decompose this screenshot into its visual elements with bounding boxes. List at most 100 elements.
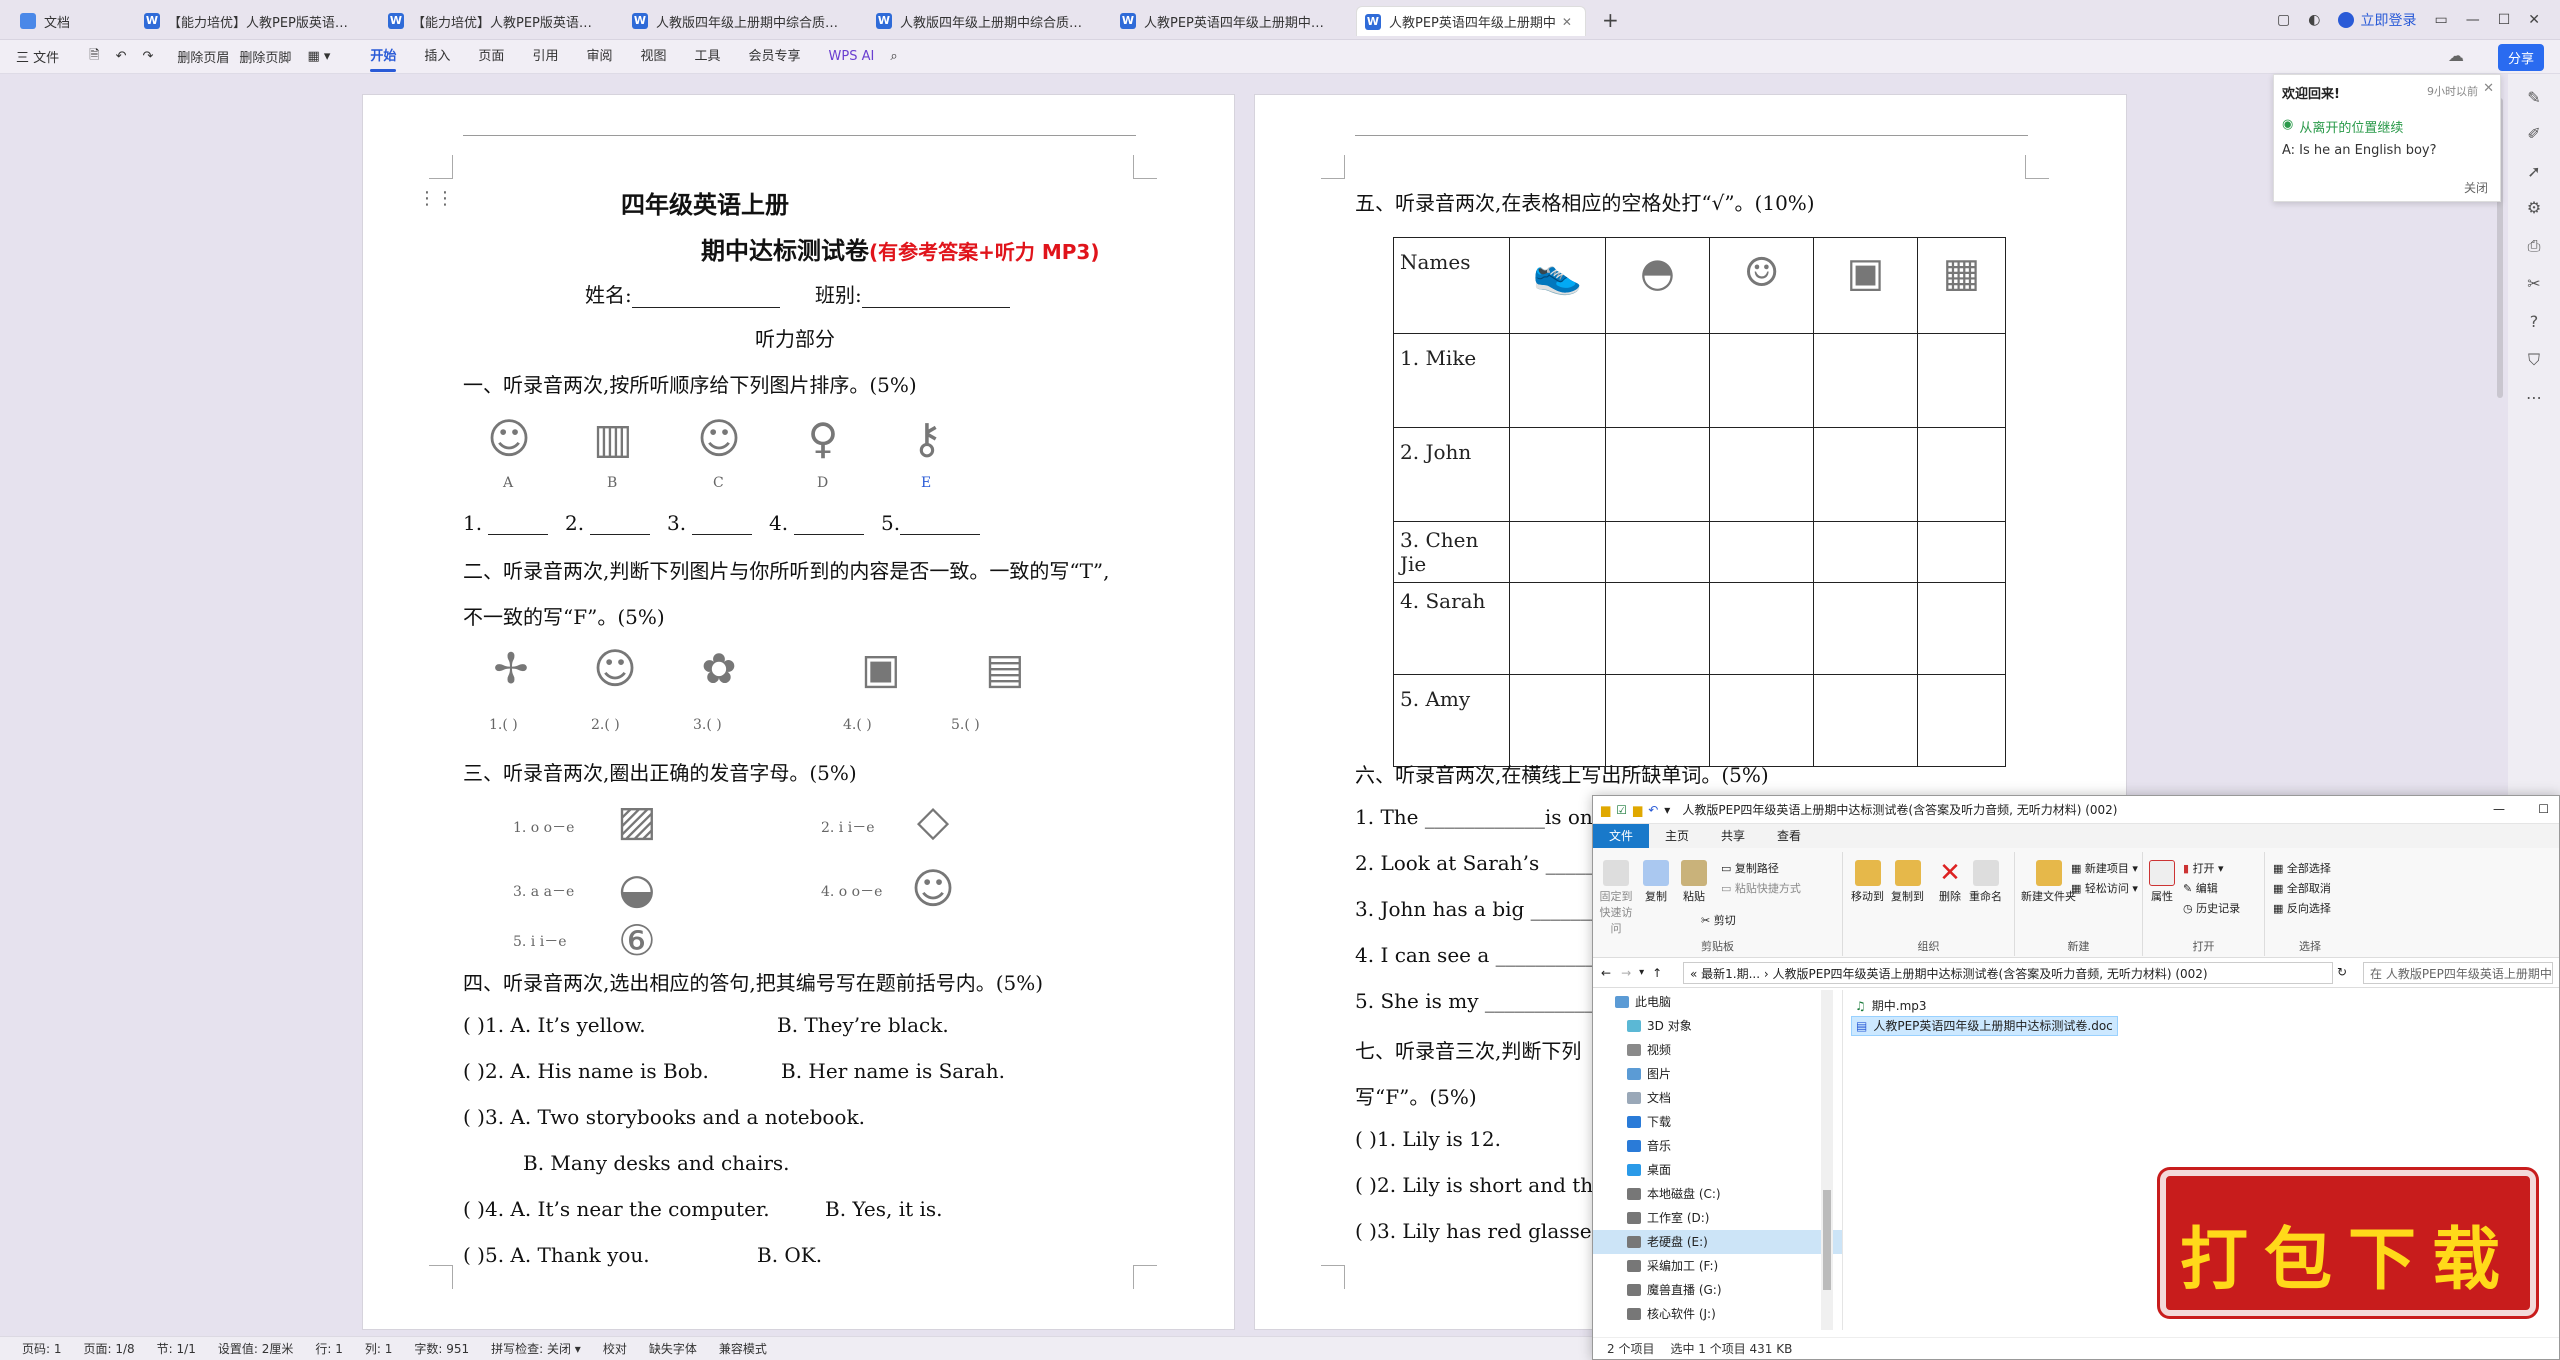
drag-handle-icon[interactable]: ⋮⋮ (418, 188, 454, 209)
search-input[interactable]: 在 人教版PEP四年级英语上册期中... (2363, 962, 2553, 984)
tab-doc-4[interactable]: W人教版四年级上册期中综合质量调研卷 (868, 6, 1098, 36)
edit-button[interactable]: ✎ 编辑 (2183, 880, 2218, 896)
format-icon[interactable]: ▦ ▾ (307, 49, 330, 64)
proofread-button[interactable]: 校对 (603, 1340, 627, 1357)
restore-icon[interactable]: ▭ (2434, 12, 2447, 28)
new-item-button[interactable]: ▦ 新建项目 ▾ (2071, 860, 2138, 876)
tab-file[interactable]: 文件 (1593, 824, 1650, 848)
up-icon[interactable]: ↑ (1652, 966, 1662, 980)
select-none-button[interactable]: ▦ 全部取消 (2273, 880, 2331, 896)
help-icon[interactable]: ? (2524, 312, 2544, 332)
cut-button[interactable]: ✂ 剪切 (1701, 912, 1736, 928)
new-tab-button[interactable]: + (1602, 8, 1619, 32)
download-package-badge[interactable]: 打包下载 (2160, 1170, 2536, 1316)
shirt-icon[interactable]: ⛉ (2524, 350, 2544, 370)
cursor-icon[interactable]: ➚ (2524, 162, 2544, 182)
settings-icon[interactable]: ⚙ (2524, 198, 2544, 218)
print-icon[interactable]: ⎙ (2524, 236, 2544, 256)
wps-ai-button[interactable]: WPS AI (829, 40, 875, 74)
tab-review[interactable]: 审阅 (586, 40, 612, 74)
copy-to-button[interactable]: 复制到 (1891, 860, 1924, 904)
tab-insert[interactable]: 插入 (424, 40, 450, 74)
delete-button[interactable]: ✕ 删除 (1937, 860, 1963, 904)
missing-font-button[interactable]: 缺失字体 (649, 1340, 697, 1357)
pen-icon[interactable]: ✐ (2524, 124, 2544, 144)
undo-icon[interactable]: ↶ (116, 49, 127, 64)
file-item-mp3[interactable]: ♫ 期中.mp3 (1851, 996, 2118, 1016)
open-button[interactable]: ▮ 打开 ▾ (2183, 860, 2224, 876)
maximize-icon[interactable]: ☐ (2538, 802, 2549, 816)
file-item-doc[interactable]: ▤ 人教PEP英语四年级上册期中达标测试卷.doc (1851, 1016, 2118, 1036)
tab-view[interactable]: 视图 (640, 40, 666, 74)
close-icon[interactable]: ✕ (2483, 81, 2494, 96)
copy-button[interactable]: 复制 (1643, 860, 1669, 904)
tab-home[interactable]: 主页 (1649, 824, 1705, 848)
back-icon[interactable]: ← (1601, 966, 1611, 980)
window-icon[interactable]: ▢ (2277, 12, 2290, 28)
spellcheck-toggle[interactable]: 拼写检查: 关闭 ▾ (491, 1340, 581, 1357)
nav-scrollbar[interactable] (1821, 990, 1833, 1330)
copy-path-button[interactable]: ▭ 复制路径 (1721, 860, 1779, 876)
cloud-icon[interactable]: ☁ (2448, 46, 2464, 65)
tab-reference[interactable]: 引用 (532, 40, 558, 74)
more-icon[interactable]: ⋯ (2524, 388, 2544, 408)
nav-item-pictures[interactable]: 图片 (1593, 1062, 1842, 1086)
tab-member[interactable]: 会员专享 (749, 40, 801, 74)
share-button[interactable]: 分享 (2497, 44, 2544, 71)
move-to-button[interactable]: 移动到 (1851, 860, 1884, 904)
dropdown-icon[interactable]: ▾ (1664, 803, 1670, 817)
nav-item-videos[interactable]: 视频 (1593, 1038, 1842, 1062)
forward-icon[interactable]: → (1621, 966, 1631, 980)
nav-item-downloads[interactable]: 下载 (1593, 1110, 1842, 1134)
tab-doc-6-active[interactable]: W 人教PEP英语四年级上册期中 ✕ (1356, 6, 1586, 36)
close-tab-icon[interactable]: ✕ (1562, 15, 1572, 29)
select-all-button[interactable]: ▦ 全部选择 (2273, 860, 2331, 876)
redo-icon[interactable]: ↷ (143, 49, 154, 64)
new-folder-button[interactable]: 新建文件夹 (2021, 860, 2076, 904)
login-button[interactable]: 立即登录 (2338, 10, 2416, 30)
tab-doc-3[interactable]: W人教版四年级上册期中综合质量调研卷 (624, 6, 854, 36)
close-icon[interactable]: ✕ (2528, 12, 2540, 28)
tab-doc-2[interactable]: W【能力培优】人教PEP版英语四年级上 (380, 6, 610, 36)
nav-item-drive-d[interactable]: 工作室 (D:) (1593, 1206, 1842, 1230)
history-button[interactable]: ◷ 历史记录 (2183, 900, 2240, 916)
tab-page[interactable]: 页面 (478, 40, 504, 74)
nav-item-desktop[interactable]: 桌面 (1593, 1158, 1842, 1182)
resume-link[interactable]: ◉ 从离开的位置继续 (2282, 117, 2403, 136)
status-wordcount[interactable]: 字数: 951 (414, 1340, 469, 1357)
tab-share[interactable]: 共享 (1705, 824, 1761, 848)
minimize-icon[interactable]: — (2493, 802, 2505, 816)
nav-item-drive-j[interactable]: 核心软件 (J:) (1593, 1302, 1842, 1326)
history-dropdown-icon[interactable]: ▾ (1639, 967, 1644, 978)
search-icon[interactable]: ⌕ (890, 49, 897, 64)
paste-button[interactable]: 粘贴 (1681, 860, 1707, 904)
maximize-icon[interactable]: ☐ (2498, 12, 2511, 28)
nav-item-3d[interactable]: 3D 对象 (1593, 1014, 1842, 1038)
nav-item-documents[interactable]: 文档 (1593, 1086, 1842, 1110)
tab-doc-5[interactable]: W 人教PEP英语四年级上册期中达标测 (1112, 6, 1342, 36)
skin-icon[interactable]: ◐ (2308, 12, 2320, 28)
tools-icon[interactable]: ✂ (2524, 274, 2544, 294)
delete-header-button[interactable]: 删除页眉 (177, 47, 229, 66)
pin-button[interactable]: 固定到快速访问 (1599, 860, 1633, 936)
properties-button[interactable]: 属性 (2149, 860, 2175, 904)
undo-icon[interactable]: ↶ (1648, 803, 1658, 817)
tab-view[interactable]: 查看 (1761, 824, 1817, 848)
minimize-icon[interactable]: — (2466, 12, 2480, 28)
invert-selection-button[interactable]: ▦ 反向选择 (2273, 900, 2331, 916)
save-icon[interactable]: 🗎 (89, 46, 99, 68)
refresh-icon[interactable]: ↻ (2337, 965, 2347, 979)
panel-close-button[interactable]: 关闭 (2464, 179, 2488, 196)
nav-item-drive-c[interactable]: 本地磁盘 (C:) (1593, 1182, 1842, 1206)
nav-item-drive-f[interactable]: 采编加工 (F:) (1593, 1254, 1842, 1278)
paste-shortcut-button[interactable]: ▭ 粘贴快捷方式 (1721, 880, 1801, 896)
nav-item-music[interactable]: 音乐 (1593, 1134, 1842, 1158)
tab-home[interactable]: 文档 (12, 6, 132, 36)
file-menu[interactable]: 三 文件 (16, 47, 59, 66)
tab-tools[interactable]: 工具 (694, 40, 720, 74)
nav-item-pc[interactable]: 此电脑 (1593, 990, 1842, 1014)
edit-icon[interactable]: ✎ (2524, 88, 2544, 108)
address-bar[interactable]: « 最新1.期... › 人教版PEP四年级英语上册期中达标测试卷(含答案及听力… (1683, 962, 2333, 984)
tab-home[interactable]: 开始 (370, 40, 397, 74)
nav-item-drive-e[interactable]: 老硬盘 (E:) (1593, 1230, 1842, 1254)
